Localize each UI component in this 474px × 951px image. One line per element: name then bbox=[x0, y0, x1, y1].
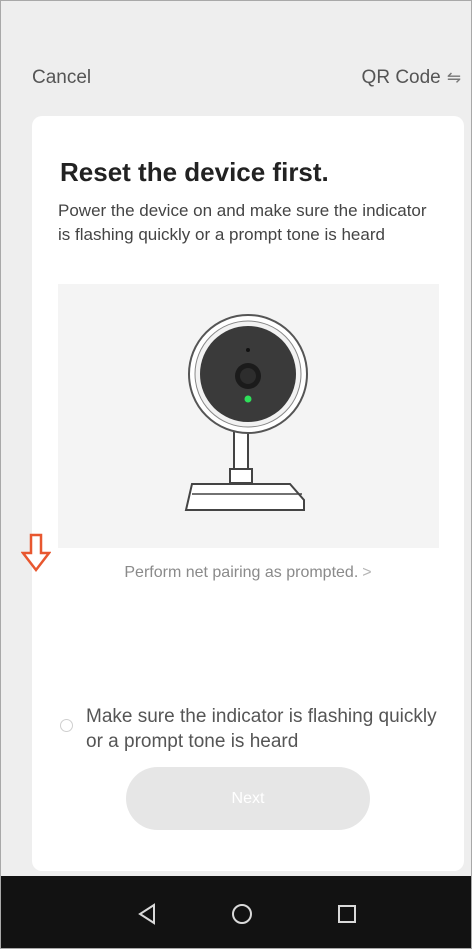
pairing-help-label: Perform net pairing as prompted. bbox=[124, 564, 359, 581]
cancel-button[interactable]: Cancel bbox=[32, 67, 91, 89]
reset-instructions-card: Reset the device first. Power the device… bbox=[32, 116, 464, 871]
qr-code-label: QR Code bbox=[361, 67, 441, 88]
top-bar: Cancel QR Code ⇋ bbox=[1, 1, 471, 116]
page-title: Reset the device first. bbox=[60, 157, 329, 187]
camera-illustration bbox=[58, 284, 439, 548]
back-triangle-icon[interactable] bbox=[129, 896, 165, 932]
confirm-radio[interactable] bbox=[60, 719, 73, 732]
confirm-indicator-label[interactable]: Make sure the indicator is flashing quic… bbox=[86, 704, 446, 754]
chevron-right-icon: > bbox=[362, 564, 372, 581]
instructions-text: Power the device on and make sure the in… bbox=[58, 201, 427, 244]
qr-code-button[interactable]: QR Code ⇋ bbox=[362, 67, 461, 89]
down-arrow-icon bbox=[20, 533, 52, 573]
phone-screen: Cancel QR Code ⇋ Reset the device first.… bbox=[0, 0, 472, 949]
android-nav-bar bbox=[1, 876, 471, 948]
pairing-help-link[interactable]: Perform net pairing as prompted. > bbox=[32, 564, 464, 582]
home-circle-icon[interactable] bbox=[224, 896, 260, 932]
security-camera-icon bbox=[184, 314, 308, 511]
recents-square-icon[interactable] bbox=[329, 896, 365, 932]
swap-arrows-icon: ⇋ bbox=[446, 68, 461, 87]
next-button[interactable]: Next bbox=[126, 767, 370, 830]
